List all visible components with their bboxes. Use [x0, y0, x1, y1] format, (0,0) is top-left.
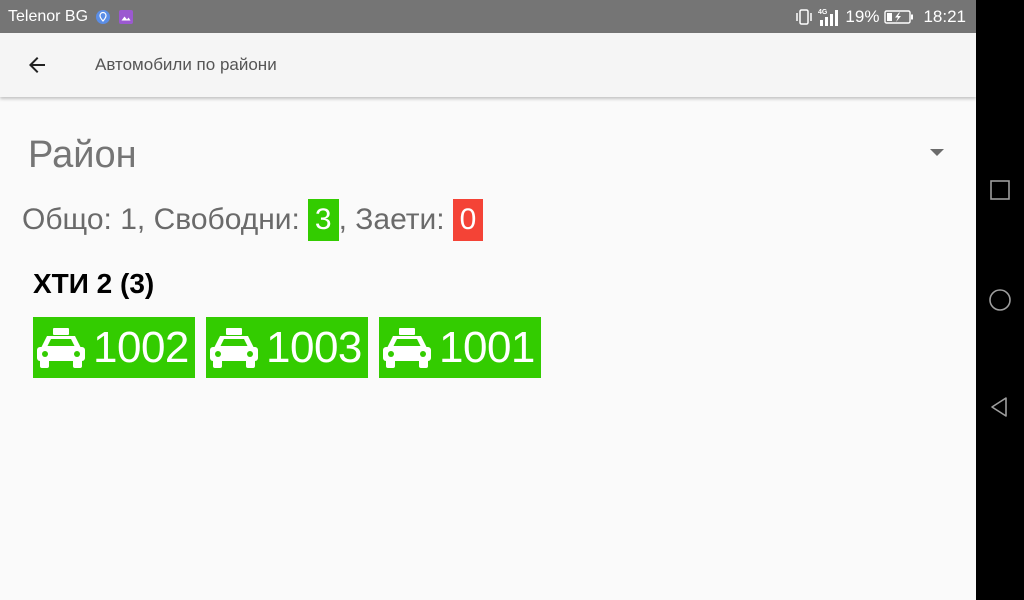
carrier-name: Telenor BG: [8, 7, 89, 25]
taxi-icon: [35, 326, 87, 370]
navigation-bar: [976, 0, 1024, 600]
app-bar: Автомобили по райони: [0, 33, 976, 97]
recent-apps-icon: [990, 180, 1010, 200]
status-right: 4G 19% 18:21: [795, 0, 966, 33]
back-nav-button[interactable]: [988, 395, 1012, 419]
dropdown-arrow-icon: [930, 149, 944, 156]
recent-apps-button[interactable]: [988, 178, 1012, 202]
back-button[interactable]: [22, 50, 52, 80]
page-title: Автомобили по райони: [95, 55, 277, 74]
cars-list: 1002 1003 1001: [33, 317, 541, 378]
back-nav-icon: [991, 397, 1007, 417]
busy-count-badge: 0: [452, 199, 484, 241]
car-chip[interactable]: 1003: [206, 317, 368, 378]
status-bar: Telenor BG 4G 19% 18:21: [0, 0, 976, 33]
back-arrow-icon: [29, 57, 45, 73]
district-dropdown-label: Район: [28, 134, 137, 176]
taxi-icon: [381, 326, 433, 370]
home-icon: [989, 289, 1011, 311]
car-number: 1001: [439, 322, 535, 372]
gallery-icon: [118, 9, 134, 25]
summary-total-text: Общо: 1, Свободни:: [22, 203, 300, 236]
car-number: 1003: [266, 322, 362, 372]
battery-charging-icon: [884, 9, 914, 25]
location-shield-icon: [95, 9, 111, 25]
network-type: 4G: [818, 9, 828, 16]
summary-busy-text: , Заети:: [338, 203, 445, 236]
clock: 18:21: [923, 6, 966, 26]
app-screen: Telenor BG 4G 19% 18:21 Автомобили по ра…: [0, 0, 976, 600]
battery-percent: 19%: [845, 6, 880, 26]
free-count-badge: 3: [307, 199, 339, 241]
vibrate-icon: [795, 8, 813, 26]
car-chip[interactable]: 1001: [379, 317, 541, 378]
status-left: Telenor BG: [8, 0, 134, 33]
taxi-icon: [208, 326, 260, 370]
district-dropdown[interactable]: Район: [28, 128, 950, 184]
group-title: ХТИ 2 (3): [33, 268, 155, 299]
car-chip[interactable]: 1002: [33, 317, 195, 378]
home-button[interactable]: [988, 288, 1012, 312]
car-number: 1002: [93, 322, 189, 372]
signal-icon: 4G: [818, 7, 840, 27]
summary-line: Общо: 1, Свободни: 3 , Заети: 0: [22, 199, 484, 241]
